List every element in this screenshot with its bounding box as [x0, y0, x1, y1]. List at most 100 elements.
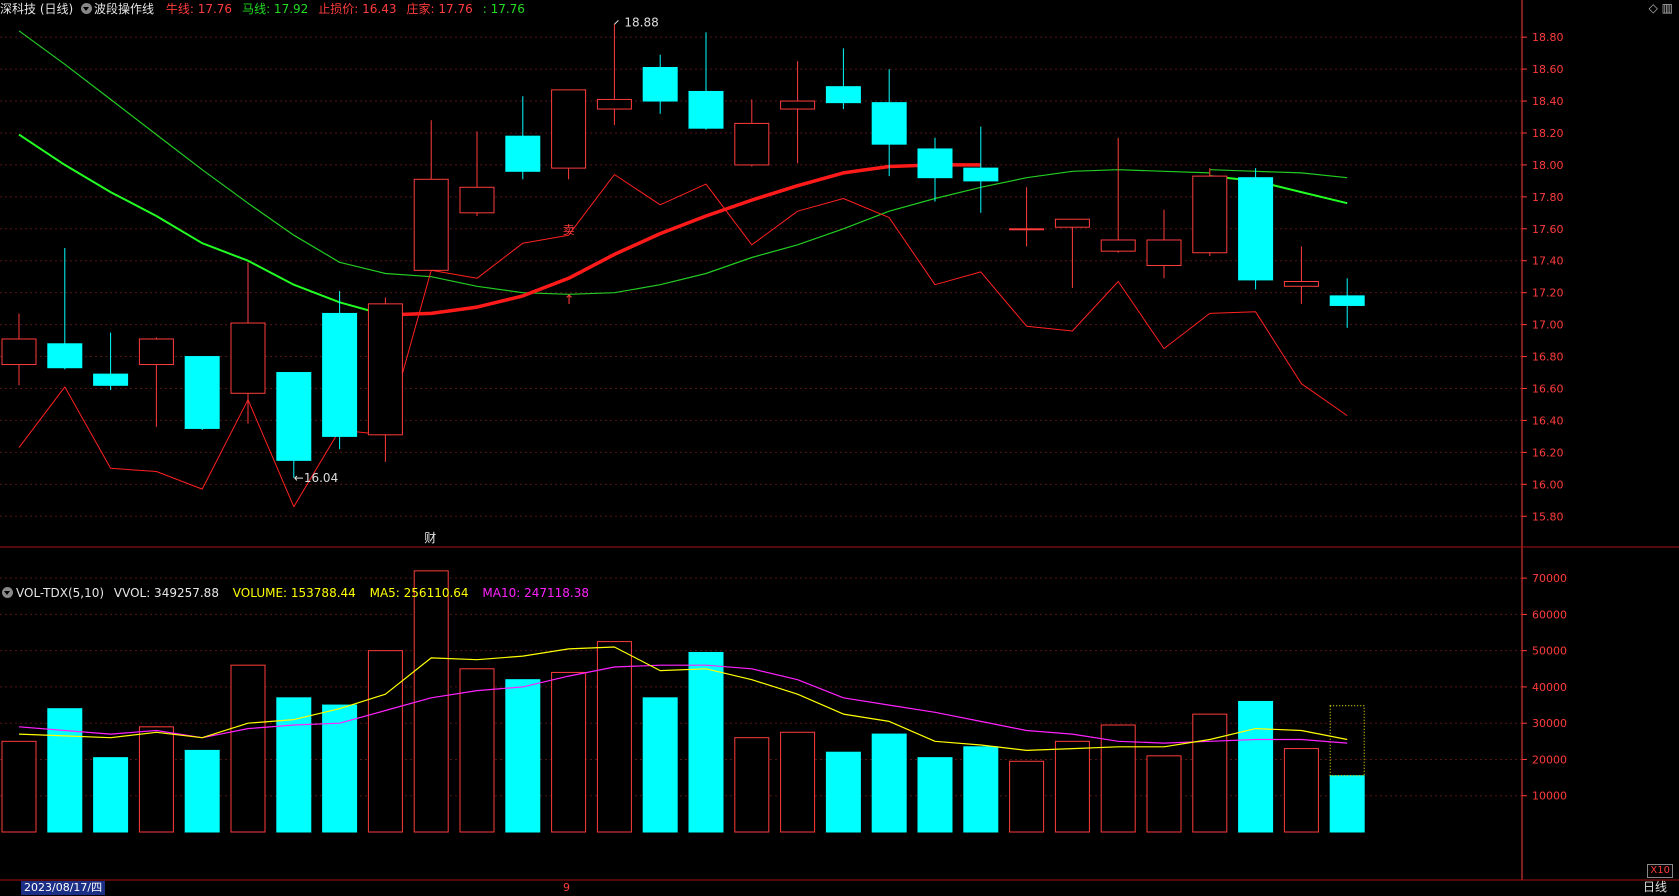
volume-bar[interactable]: [551, 671, 587, 833]
indicator-name[interactable]: 波段操作线: [94, 2, 154, 16]
candle[interactable]: [1329, 278, 1365, 328]
volume-bar[interactable]: [1329, 775, 1365, 833]
price-tick-label: 17.40: [1532, 255, 1564, 268]
volume-bar[interactable]: [825, 751, 861, 833]
volume-bar[interactable]: [184, 749, 220, 833]
candle[interactable]: [367, 297, 403, 462]
volume-bar[interactable]: [1, 740, 37, 833]
candle[interactable]: [688, 32, 724, 130]
candle-body: [596, 98, 632, 110]
candle[interactable]: [1009, 187, 1045, 247]
volume-bar[interactable]: [688, 651, 724, 833]
candle[interactable]: [93, 332, 129, 391]
low-annotation: ←16.04: [294, 471, 338, 485]
candle-body: [1192, 175, 1228, 254]
volume-bar[interactable]: [459, 668, 495, 833]
volume-menu-icon[interactable]: [2, 587, 13, 598]
candle[interactable]: [963, 126, 999, 213]
price-tick-label: 16.20: [1532, 446, 1564, 459]
candle[interactable]: [1283, 246, 1319, 304]
volume-bar[interactable]: [917, 757, 953, 833]
candlestick-series[interactable]: [1, 24, 1365, 478]
volume-bar[interactable]: [276, 697, 312, 833]
book-icon[interactable]: ▥: [1662, 1, 1673, 15]
candle[interactable]: [734, 99, 770, 167]
volume-bar[interactable]: [642, 697, 678, 833]
candle[interactable]: [871, 69, 907, 177]
candle[interactable]: [825, 48, 861, 110]
indicator-menu-icon[interactable]: [81, 3, 93, 14]
volume-bars[interactable]: [1, 570, 1365, 833]
volume-bar[interactable]: [780, 731, 816, 833]
high-annotation: 18.88: [624, 15, 658, 29]
price-tick-label: 18.00: [1532, 159, 1564, 172]
candle-body: [871, 102, 907, 145]
volume-bar[interactable]: [963, 746, 999, 833]
candle[interactable]: [642, 54, 678, 114]
candle[interactable]: [413, 120, 449, 271]
volume-bar[interactable]: [1146, 755, 1182, 833]
price-tick-label: 15.80: [1532, 510, 1564, 523]
volume-bar[interactable]: [1054, 740, 1090, 833]
volume-bar[interactable]: [505, 679, 541, 833]
volume-bar[interactable]: [1192, 713, 1228, 833]
volume-bar[interactable]: [1283, 748, 1319, 833]
candle-body: [413, 178, 449, 271]
price-tick-label: 16.40: [1532, 414, 1564, 427]
candle-body: [459, 186, 495, 214]
price-tick-label: 18.40: [1532, 95, 1564, 108]
candle[interactable]: [1238, 168, 1274, 290]
volume-tick-label: 40000: [1532, 681, 1567, 694]
candle[interactable]: [1146, 209, 1182, 279]
candle[interactable]: [138, 337, 174, 427]
volume-bar[interactable]: [1009, 760, 1045, 833]
volume-bar[interactable]: [1238, 700, 1274, 833]
candle[interactable]: [459, 131, 495, 217]
volume-tick-label: 10000: [1532, 790, 1567, 803]
volume-bar[interactable]: [734, 737, 770, 833]
high-marker-arrow: [614, 20, 619, 25]
candle[interactable]: [780, 61, 816, 164]
price-tick-label: 18.80: [1532, 31, 1564, 44]
candle[interactable]: [596, 24, 632, 125]
candle-body: [1329, 295, 1365, 306]
candle-body: [963, 167, 999, 182]
candle[interactable]: [1192, 168, 1228, 256]
candle[interactable]: [505, 96, 541, 180]
price-tick-label: 18.60: [1532, 63, 1564, 76]
scale-badge[interactable]: X10: [1647, 864, 1673, 878]
volume-bar[interactable]: [230, 664, 266, 833]
candle[interactable]: [322, 291, 358, 450]
candle[interactable]: [917, 137, 953, 202]
volume-bar[interactable]: [367, 650, 403, 833]
candle[interactable]: [1054, 218, 1090, 288]
candle[interactable]: [184, 356, 220, 431]
price-indicator-lines: [18, 30, 1348, 508]
stock-title[interactable]: 深科技 (日线): [0, 2, 73, 16]
diamond-icon[interactable]: ◇: [1649, 1, 1658, 15]
volume-bar[interactable]: [47, 708, 83, 833]
volume-bar[interactable]: [93, 757, 129, 833]
fast-green-tail-line: [1209, 175, 1348, 205]
candle-body: [917, 148, 953, 179]
vvol-label: VVOL: 349257.88: [113, 586, 219, 600]
volume-label: VOLUME: 153788.44: [232, 586, 356, 600]
candle-body: [230, 322, 266, 394]
candle-body: [93, 373, 129, 386]
volume-indicator-name[interactable]: VOL-TDX(5,10): [16, 586, 104, 600]
volume-bar[interactable]: [871, 733, 907, 833]
volume-bar[interactable]: [596, 641, 632, 833]
period-label[interactable]: 日线: [1643, 880, 1667, 895]
candle-body: [1146, 239, 1182, 267]
candle[interactable]: [551, 89, 587, 180]
candle-body: [1054, 218, 1090, 228]
price-tick-label: 17.80: [1532, 191, 1564, 204]
volume-bar[interactable]: [138, 726, 174, 833]
candle[interactable]: [276, 372, 312, 478]
volume-tick-label: 30000: [1532, 717, 1567, 730]
month-marker: 9: [563, 881, 570, 894]
candle[interactable]: [47, 247, 83, 370]
candle-body: [1100, 239, 1136, 252]
candle[interactable]: [230, 262, 266, 424]
candle[interactable]: [1100, 137, 1136, 253]
